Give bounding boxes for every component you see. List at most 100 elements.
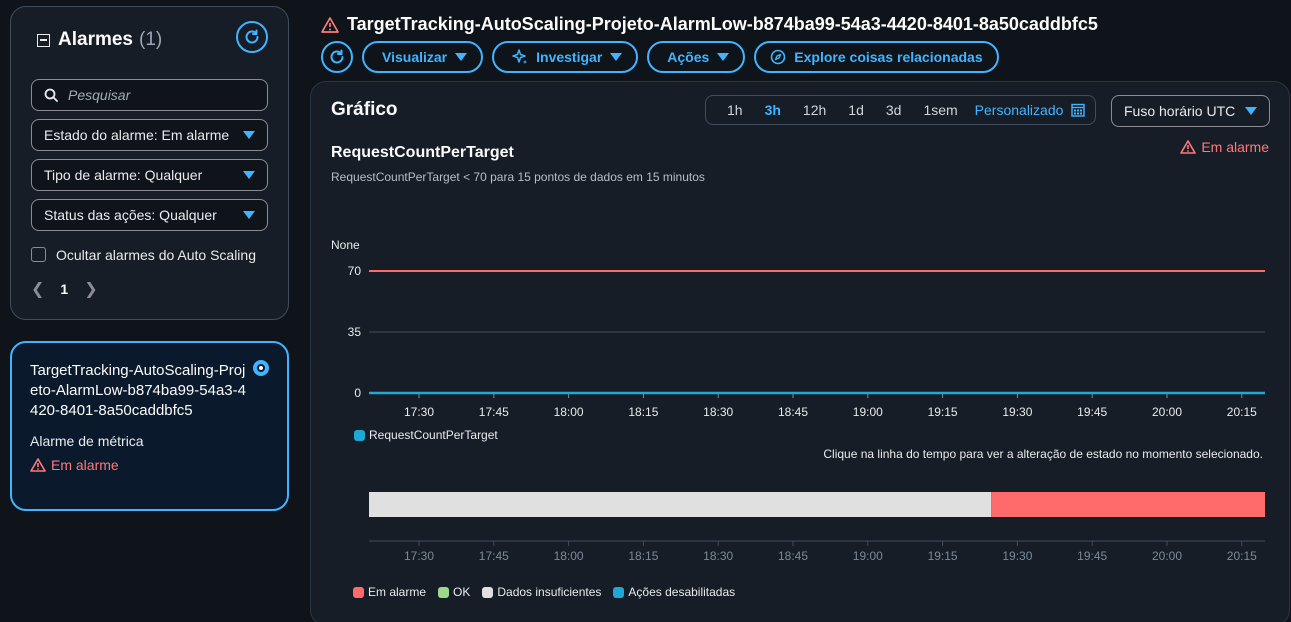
state-legend-label: Ações desabilitadas [628, 585, 736, 599]
alarm-card-state-label: Em alarme [51, 457, 119, 473]
chevron-left-icon[interactable]: ❮ [31, 279, 44, 299]
search-field[interactable] [31, 79, 268, 111]
search-input[interactable] [68, 87, 248, 103]
state-legend-label: Em alarme [368, 585, 427, 599]
timeline-tick-label: 19:45 [1077, 549, 1107, 563]
legend-swatch [354, 429, 365, 441]
warning-icon [30, 458, 46, 472]
x-tick-label: 20:00 [1152, 405, 1182, 419]
y-tick-label: 0 [354, 386, 361, 400]
collapse-icon[interactable] [37, 33, 50, 47]
alarm-card[interactable]: TargetTracking-AutoScaling-Projeto-Alarm… [10, 341, 289, 511]
alarm-card-status: Em alarme [30, 457, 269, 473]
action-bar: Visualizar Investigar Ações Explore cois… [321, 41, 999, 73]
caret-down-icon [455, 53, 468, 61]
alarm-card-radio[interactable] [253, 360, 269, 376]
x-tick-label: 19:45 [1077, 405, 1107, 419]
x-tick-label: 17:30 [404, 405, 434, 419]
timeline-tick-label: 18:00 [554, 549, 584, 563]
refresh-icon [245, 29, 259, 44]
filter-action-status[interactable]: Status das ações: Qualquer [31, 199, 268, 231]
state-legend-item: Ações desabilitadas [613, 585, 735, 599]
x-tick-label: 18:45 [778, 405, 808, 419]
state-legend-label: OK [453, 585, 471, 599]
y-axis-label: None [331, 238, 360, 252]
caret-down-icon [243, 131, 255, 139]
x-tick-label: 19:30 [1002, 405, 1032, 419]
caret-down-icon [243, 171, 255, 179]
caret-down-icon [717, 53, 730, 61]
page-title-text: TargetTracking-AutoScaling-Projeto-Alarm… [347, 14, 1098, 34]
hide-autoscaling-checkbox[interactable] [31, 247, 46, 262]
hide-autoscaling-option[interactable]: Ocultar alarmes do Auto Scaling [31, 245, 268, 265]
filter-alarm-type-label: Tipo de alarme: Qualquer [44, 167, 203, 183]
actions-button-label: Ações [667, 49, 710, 65]
pagination: ❮ 1 ❯ [31, 279, 268, 299]
chevron-right-icon[interactable]: ❯ [84, 279, 97, 299]
alarms-panel-header: Alarmes (1) [31, 23, 268, 57]
series-legend: RequestCountPerTarget [354, 428, 498, 442]
page-number[interactable]: 1 [60, 281, 68, 297]
state-legend-swatch [438, 586, 450, 598]
warning-icon [321, 16, 339, 33]
x-tick-label: 18:30 [703, 405, 733, 419]
alarm-card-name: TargetTracking-AutoScaling-Projeto-Alarm… [30, 362, 246, 419]
timeline-tick-label: 20:00 [1152, 549, 1182, 563]
timeline-tick-label: 18:15 [628, 549, 658, 563]
explore-related-label: Explore coisas relacionadas [794, 49, 983, 65]
x-tick-label: 17:45 [479, 405, 509, 419]
x-tick-label: 19:00 [853, 405, 883, 419]
timeline-tick-label: 18:30 [703, 549, 733, 563]
x-tick-label: 18:00 [554, 405, 584, 419]
explore-related-button[interactable]: Explore coisas relacionadas [754, 41, 999, 73]
view-button[interactable]: Visualizar [362, 41, 484, 73]
timeline-tick-label: 17:30 [404, 549, 434, 563]
state-legend-swatch [482, 586, 494, 598]
refresh-button[interactable] [236, 21, 268, 53]
legend-item[interactable]: RequestCountPerTarget [354, 428, 498, 442]
filter-action-status-label: Status das ações: Qualquer [44, 207, 217, 223]
search-icon [44, 88, 58, 102]
state-legend-item: Em alarme [353, 585, 426, 599]
sparkle-icon [512, 49, 528, 64]
timeline-segment [991, 492, 1265, 517]
timeline-tick-label: 19:00 [853, 549, 883, 563]
alarms-panel-title: Alarmes [58, 29, 133, 50]
filter-alarm-state-label: Estado do alarme: Em alarme [44, 127, 230, 143]
alarm-refresh-button[interactable] [321, 41, 353, 73]
caret-down-icon [610, 53, 623, 61]
state-legend-item: OK [438, 585, 470, 599]
timeline-tick-label: 18:45 [778, 549, 808, 563]
page-title: TargetTracking-AutoScaling-Projeto-Alarm… [321, 14, 1098, 35]
state-legend-label: Dados insuficientes [497, 585, 602, 599]
caret-down-icon [243, 211, 255, 219]
timeline-segment [369, 492, 992, 517]
state-legend-item: Dados insuficientes [482, 585, 601, 599]
timeline-tick-label: 19:15 [928, 549, 958, 563]
timeline-tick-label: 17:45 [479, 549, 509, 563]
refresh-icon [330, 49, 344, 64]
y-tick-label: 70 [348, 264, 362, 278]
graph-panel: Gráfico 1h 3h 12h 1d 3d 1sem Personaliza… [310, 81, 1290, 622]
state-legend: Em alarme OK Dados insuficientes Ações desa… [353, 585, 735, 599]
actions-button[interactable]: Ações [647, 41, 746, 73]
alarms-count: (1) [139, 29, 163, 50]
alarms-panel: Alarmes (1) Estado do alarme: Em alarme … [10, 6, 289, 320]
state-legend-swatch [613, 586, 625, 598]
timeline-tick-label: 20:15 [1227, 549, 1257, 563]
timeline-tick-label: 19:30 [1002, 549, 1032, 563]
investigate-button-label: Investigar [536, 49, 603, 65]
y-tick-label: 35 [348, 325, 362, 339]
filter-alarm-type[interactable]: Tipo de alarme: Qualquer [31, 159, 268, 191]
x-tick-label: 19:15 [928, 405, 958, 419]
timeline-hint: Clique na linha do tempo para ver a alte… [823, 447, 1263, 461]
filter-alarm-state[interactable]: Estado do alarme: Em alarme [31, 119, 268, 151]
hide-autoscaling-label: Ocultar alarmes do Auto Scaling [56, 247, 256, 263]
state-legend-swatch [353, 586, 364, 598]
alarm-card-kind: Alarme de métrica [30, 433, 144, 449]
investigate-button[interactable]: Investigar [492, 41, 639, 73]
x-tick-label: 20:15 [1227, 405, 1257, 419]
compass-icon [770, 49, 786, 65]
view-button-label: Visualizar [382, 49, 448, 65]
metric-chart[interactable]: None 0 35 70 17:30 17:45 18:00 18:15 18:30 18:45 1… [311, 82, 1289, 622]
